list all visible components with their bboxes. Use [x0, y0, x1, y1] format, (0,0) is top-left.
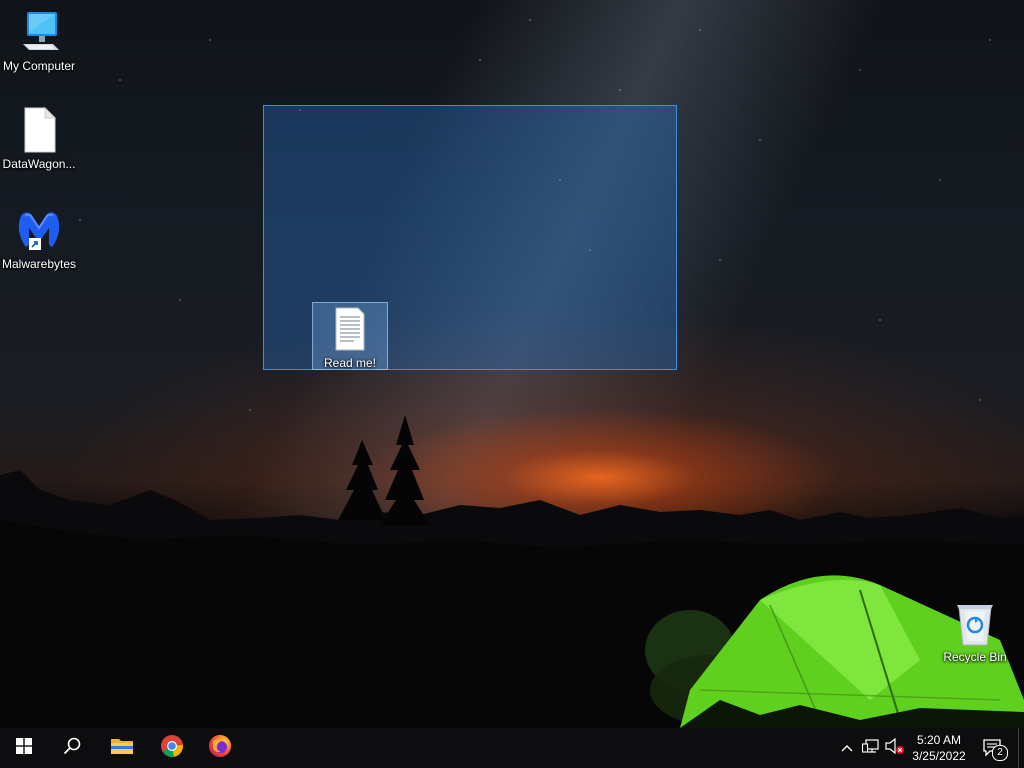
desktop-icon-label: DataWagon... [2, 157, 76, 171]
desktop-icon-recycle-bin[interactable]: Recycle Bin [936, 601, 1014, 664]
desktop-icon-malwarebytes[interactable]: Malwarebytes [0, 206, 78, 271]
taskbar-chrome[interactable] [148, 728, 196, 768]
desktop-icon-datawagon[interactable]: DataWagon... [0, 106, 78, 171]
desktop[interactable]: My Computer DataWagon... Malwarebytes Re… [0, 0, 1024, 728]
desktop-icon-label: Read me! [323, 356, 377, 370]
recycle-bin-icon [951, 601, 999, 647]
action-center-button[interactable]: 2 [978, 728, 1008, 768]
show-hidden-icons-button[interactable] [838, 728, 856, 768]
malwarebytes-icon [15, 206, 63, 254]
desktop-icon-my-computer[interactable]: My Computer [0, 8, 78, 73]
clock-time: 5:20 AM [916, 733, 962, 747]
text-document-icon [330, 307, 370, 351]
desktop-icon-read-me[interactable]: Read me! [312, 302, 388, 370]
notifications-icon: 2 [982, 737, 1008, 761]
search-button[interactable] [48, 728, 96, 768]
folder-icon [110, 736, 134, 761]
monitor-icon [15, 8, 63, 56]
chevron-up-icon [841, 739, 853, 757]
search-icon [63, 737, 81, 760]
network-icon [861, 738, 880, 759]
firefox-icon [208, 734, 232, 763]
taskbar-file-explorer[interactable] [98, 728, 146, 768]
chrome-icon [160, 734, 184, 763]
taskbar-clock[interactable]: 5:20 AM 3/25/2022 [905, 728, 973, 768]
file-icon [15, 106, 63, 154]
network-tray-button[interactable] [860, 728, 882, 768]
clock-date: 3/25/2022 [912, 749, 966, 763]
desktop-icon-label: Recycle Bin [943, 650, 1007, 664]
windows-start-icon [16, 737, 32, 759]
show-desktop-button[interactable] [1018, 728, 1024, 768]
desktop-icon-label: Malwarebytes [1, 257, 77, 271]
volume-muted-icon [885, 737, 905, 759]
notification-count-badge: 2 [992, 745, 1008, 761]
start-button[interactable] [0, 728, 48, 768]
taskbar: 5:20 AM 3/25/2022 2 [0, 728, 1024, 768]
desktop-icon-label: My Computer [2, 59, 76, 73]
volume-tray-button[interactable] [884, 728, 906, 768]
taskbar-firefox[interactable] [196, 728, 244, 768]
